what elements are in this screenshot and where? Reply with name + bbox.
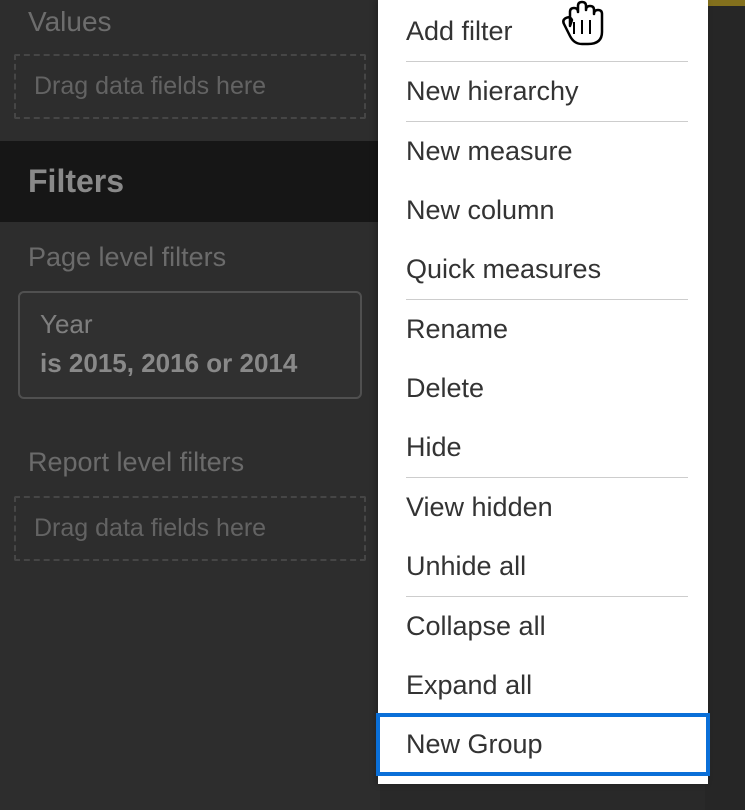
menu-view-hidden[interactable]: View hidden	[378, 478, 708, 537]
filter-condition: is 2015, 2016 or 2014	[40, 348, 340, 379]
menu-new-measure[interactable]: New measure	[378, 122, 708, 181]
right-side-strip	[705, 0, 745, 810]
menu-new-hierarchy[interactable]: New hierarchy	[378, 62, 708, 121]
report-level-drop-zone[interactable]: Drag data fields here	[14, 496, 366, 561]
menu-new-column[interactable]: New column	[378, 181, 708, 240]
menu-expand-all[interactable]: Expand all	[378, 656, 708, 715]
menu-rename[interactable]: Rename	[378, 300, 708, 359]
report-level-filters-heading: Report level filters	[0, 413, 380, 486]
menu-delete[interactable]: Delete	[378, 359, 708, 418]
filter-field-name: Year	[40, 309, 340, 340]
visualizations-side-panel: Values Drag data fields here Filters Pag…	[0, 0, 380, 810]
menu-unhide-all[interactable]: Unhide all	[378, 537, 708, 596]
menu-new-group[interactable]: New Group	[378, 715, 708, 774]
page-level-filters-heading: Page level filters	[0, 222, 380, 281]
menu-quick-measures[interactable]: Quick measures	[378, 240, 708, 299]
menu-add-filter[interactable]: Add filter	[378, 2, 708, 61]
menu-hide[interactable]: Hide	[378, 418, 708, 477]
values-heading: Values	[0, 0, 380, 44]
page-level-filter-card[interactable]: Year is 2015, 2016 or 2014	[18, 291, 362, 399]
filters-heading: Filters	[0, 141, 380, 222]
field-context-menu: Add filter New hierarchy New measure New…	[378, 0, 708, 784]
values-drop-zone[interactable]: Drag data fields here	[14, 54, 366, 119]
menu-collapse-all[interactable]: Collapse all	[378, 597, 708, 656]
